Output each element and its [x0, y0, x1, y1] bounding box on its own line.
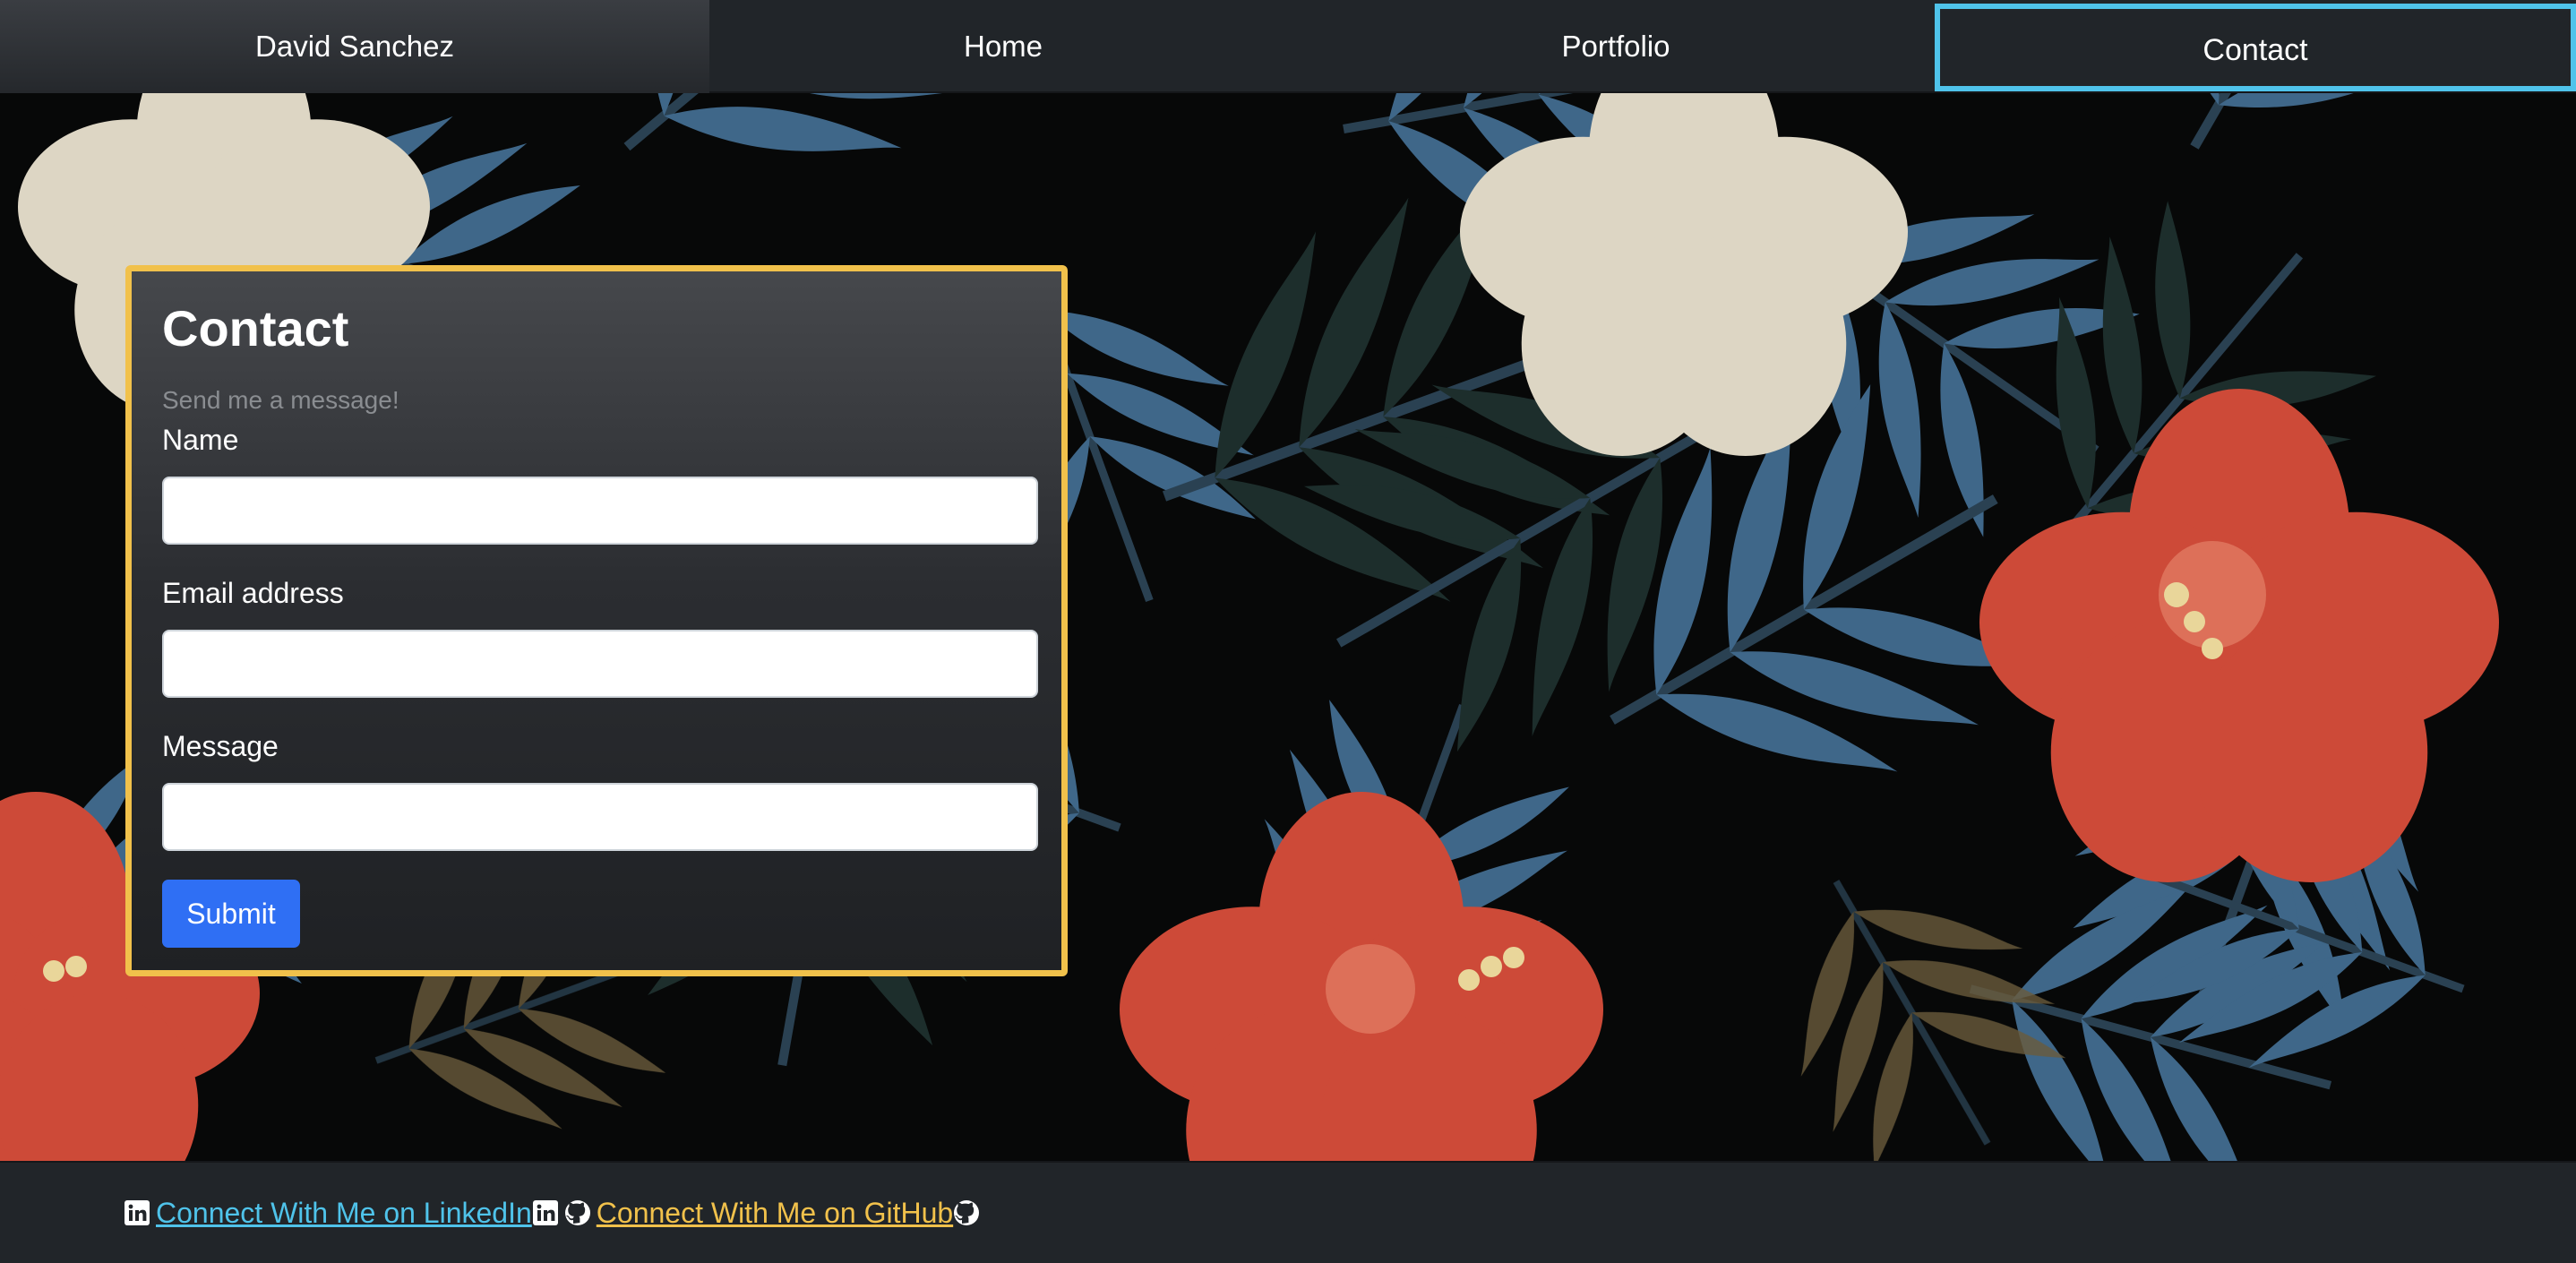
message-input[interactable] [162, 783, 1038, 851]
github-icon [564, 1199, 591, 1226]
contact-subtitle: Send me a message! [162, 386, 399, 414]
linkedin-icon-trailing [532, 1199, 559, 1226]
submit-button[interactable]: Submit [162, 880, 300, 948]
github-icon-trailing [953, 1199, 980, 1226]
contact-title: Contact [162, 300, 349, 357]
nav-item-home[interactable]: Home [709, 0, 1297, 93]
message-label: Message [162, 730, 279, 762]
linkedin-icon [124, 1199, 150, 1226]
email-input[interactable] [162, 630, 1038, 698]
name-label: Name [162, 424, 239, 456]
nav-item-portfolio[interactable]: Portfolio [1297, 0, 1935, 93]
footer: Connect With Me on LinkedIn Connect With… [0, 1161, 2576, 1263]
nav-item-contact[interactable]: Contact [1935, 4, 2576, 91]
linkedin-link[interactable]: Connect With Me on LinkedIn [156, 1197, 532, 1230]
nav-brand[interactable]: David Sanchez [0, 0, 709, 93]
email-label: Email address [162, 577, 344, 609]
contact-card: Contact Send me a message! Name Email ad… [125, 265, 1068, 976]
name-input[interactable] [162, 477, 1038, 545]
github-link[interactable]: Connect With Me on GitHub [597, 1197, 953, 1230]
navbar: David Sanchez Home Portfolio Contact [0, 0, 2576, 93]
